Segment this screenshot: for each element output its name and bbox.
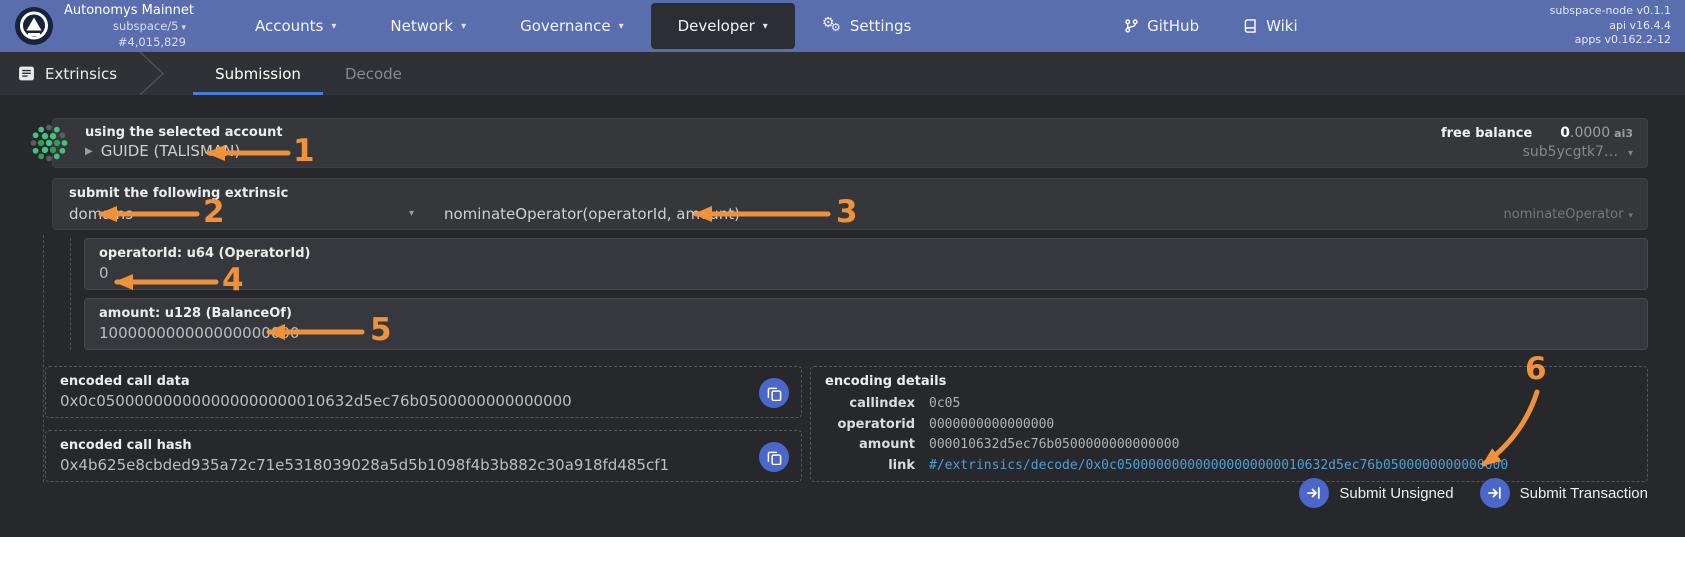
section-title-label: Extrinsics: [45, 64, 118, 83]
balance-fraction: .0000: [1570, 125, 1611, 141]
account-balance-block: free balance 0.0000 ai3 sub5ycgtk7… ▾: [1441, 125, 1633, 160]
param-operatorid-input[interactable]: 0: [99, 264, 1633, 282]
nav-item-network[interactable]: Network ▾: [363, 0, 493, 52]
action-buttons: Submit Unsigned Submit Transaction: [1299, 478, 1648, 508]
header-right: GitHub Wiki subspace-node v0.1.1 api v16…: [1102, 0, 1685, 52]
book-icon: [1244, 19, 1256, 33]
expander-triangle-icon: ▶: [85, 145, 93, 157]
breadcrumb-chevron: [139, 52, 165, 95]
encoded-call-data-value: 0x0c050000000000000000000010632d5ec76b05…: [60, 392, 572, 410]
submit-transaction-button[interactable]: Submit Transaction: [1479, 478, 1648, 508]
nav-item-governance[interactable]: Governance ▾: [493, 0, 651, 52]
encoded-call-data-label: encoded call data: [60, 374, 190, 389]
copy-icon: [767, 451, 781, 465]
autonomys-logo-icon[interactable]: [14, 6, 54, 46]
balance-integer: 0: [1560, 125, 1571, 141]
encoding-row-amount: amount 000010632d5ec76b0500000000000000: [859, 437, 1180, 452]
encoded-call-hash-box: encoded call hash 0x4b625e8cbded935a72c7…: [45, 430, 802, 482]
param-amount-label: amount: u128 (BalanceOf): [99, 306, 292, 321]
encoded-call-hash-label: encoded call hash: [60, 438, 192, 453]
nav-item-developer[interactable]: Developer ▾: [650, 3, 795, 49]
sign-in-icon: [1479, 478, 1510, 508]
top-nav-bar: Autonomys Mainnet subspace/5 ▾ #4,015,829…: [0, 0, 1685, 52]
version-info: subspace-node v0.1.1 api v16.4.4 apps v0…: [1550, 4, 1671, 48]
decode-link[interactable]: #/extrinsics/decode/0x0c0500000000000000…: [929, 456, 1508, 477]
chevron-down-icon: ▾: [1628, 211, 1633, 221]
chevron-down-icon: ▾: [762, 20, 768, 32]
copy-call-hash-button[interactable]: [759, 442, 789, 472]
free-balance-label: free balance: [1440, 126, 1533, 141]
extrinsics-icon: [19, 66, 34, 81]
tab-submission[interactable]: Submission: [193, 52, 323, 95]
node-version: subspace-node v0.1.1: [1549, 4, 1671, 18]
pallet-select[interactable]: domains ▾: [69, 205, 429, 223]
main-content: using the selected account ▶ GUIDE (TALI…: [0, 95, 1685, 537]
gear-icon: ⚙ ⚙: [821, 15, 841, 34]
git-branch-icon: [1125, 19, 1138, 33]
param-amount-input[interactable]: 100000000000000000000: [99, 324, 1633, 342]
nav-item-settings[interactable]: ⚙ ⚙ Settings: [795, 0, 939, 52]
tab-decode[interactable]: Decode: [323, 52, 424, 95]
chevron-down-icon: ▾: [1627, 148, 1633, 159]
chevron-down-icon: ▾: [181, 23, 186, 34]
encoding-details-rows: callindex 0c05 operatorid 00000000000000…: [825, 394, 1633, 476]
tabs: Submission Decode: [193, 52, 424, 95]
method-select-short[interactable]: nominateOperator ▾: [1504, 207, 1634, 222]
chevron-down-icon: ▾: [618, 20, 624, 32]
param-amount: amount: u128 (BalanceOf) 100000000000000…: [84, 298, 1648, 350]
account-main: using the selected account ▶ GUIDE (TALI…: [53, 119, 1647, 160]
params-indent-outline: [70, 238, 71, 350]
apps-version: apps v0.162.2-12: [1574, 33, 1671, 47]
github-link[interactable]: GitHub: [1102, 17, 1221, 35]
chevron-down-icon: ▾: [409, 208, 415, 219]
page-tab-bar: Extrinsics Submission Decode: [0, 52, 1685, 95]
sign-in-icon: [1299, 478, 1330, 508]
method-select[interactable]: nominateOperator(operatorId, amount): [444, 205, 740, 223]
pallet-select-value: domains: [69, 205, 133, 223]
network-info[interactable]: Autonomys Mainnet subspace/5 ▾ #4,015,829: [64, 3, 195, 49]
account-card: using the selected account ▶ GUIDE (TALI…: [30, 118, 1648, 168]
network-name: Autonomys Mainnet: [64, 3, 195, 19]
encoded-call-data-box: encoded call data 0x0c050000000000000000…: [45, 366, 802, 418]
main-nav: Accounts ▾ Network ▾ Governance ▾ Develo…: [228, 0, 938, 52]
account-address-short: sub5ycgtk7…: [1522, 144, 1618, 160]
encoding-row-callindex: callindex 0c05: [849, 396, 961, 411]
param-operatorid: operatorId: u64 (OperatorId) 0: [84, 238, 1648, 290]
free-balance-line: free balance 0.0000 ai3: [1441, 125, 1633, 141]
method-signature: nominateOperator(operatorId, amount): [444, 205, 740, 223]
encoding-row-operatorid: operatorid 0000000000000000: [837, 416, 1055, 432]
submit-unsigned-button[interactable]: Submit Unsigned: [1299, 478, 1454, 508]
account-name: GUIDE (TALISMAN): [100, 142, 241, 160]
nav-item-accounts[interactable]: Accounts ▾: [228, 0, 363, 52]
runtime-version[interactable]: subspace/5 ▾: [64, 19, 186, 34]
best-block-number: #4,015,829: [117, 34, 186, 49]
encoding-details-title: encoding details: [825, 374, 947, 389]
wiki-link[interactable]: Wiki: [1221, 17, 1320, 35]
encoding-row-link: link #/extrinsics/decode/0x0c05000000000…: [825, 456, 1633, 477]
copy-icon: [767, 387, 781, 401]
section-title: Extrinsics: [0, 52, 137, 95]
account-section-label: using the selected account: [85, 125, 283, 140]
copy-call-data-button[interactable]: [759, 378, 789, 408]
param-operatorid-label: operatorId: u64 (OperatorId): [99, 246, 311, 261]
api-version: api v16.4.4: [1609, 18, 1671, 32]
extrinsic-section-label: submit the following extrinsic: [69, 186, 289, 201]
extrinsic-card: submit the following extrinsic domains ▾…: [52, 178, 1648, 230]
chevron-down-icon: ▾: [331, 20, 337, 32]
encoded-call-hash-value: 0x4b625e8cbded935a72c71e5318039028a5d5b1…: [60, 456, 670, 474]
account-address-dropdown[interactable]: sub5ycgtk7… ▾: [1441, 144, 1633, 160]
account-identicon[interactable]: [29, 123, 69, 163]
selected-account[interactable]: ▶ GUIDE (TALISMAN): [85, 142, 1647, 160]
chevron-down-icon: ▾: [461, 20, 467, 32]
encoding-details-box: encoding details callindex 0c05 operator…: [810, 366, 1648, 482]
balance-unit: ai3: [1614, 127, 1633, 140]
params-outline: [43, 235, 44, 482]
